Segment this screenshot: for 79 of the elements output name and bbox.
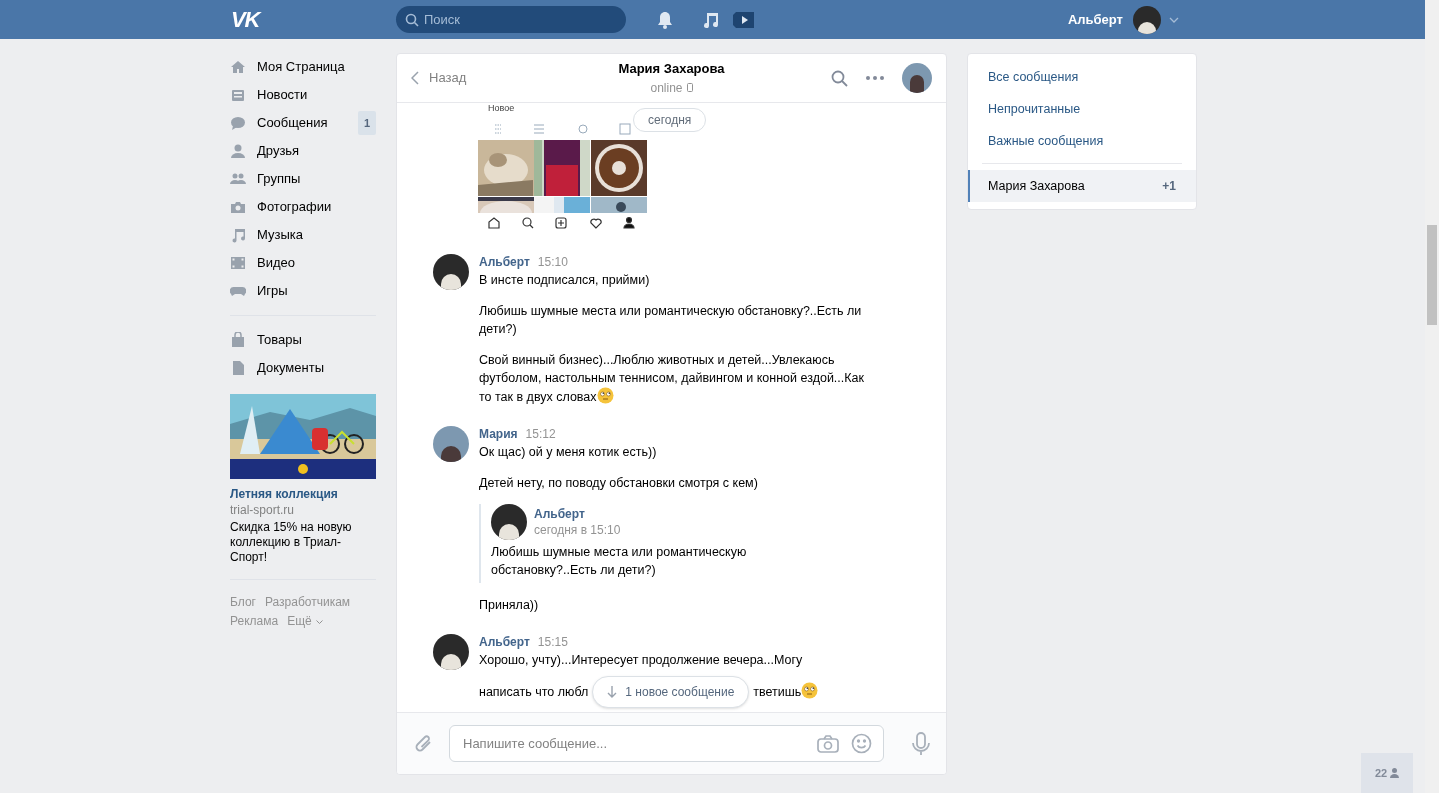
quote-author[interactable]: Альберт (534, 505, 621, 522)
camera-icon[interactable] (817, 734, 839, 753)
message-text: Любишь шумные места или романтическую обстановку?..Есть ли дети?) (479, 303, 863, 338)
bell-icon[interactable] (656, 10, 674, 29)
film-icon (230, 255, 246, 271)
nav-item[interactable]: Моя Страница (230, 53, 376, 81)
nav-item[interactable]: Документы (230, 354, 376, 382)
message-text: Хорошо, учту)...Интересует продолжение вечера...Могу (479, 652, 804, 669)
user-name[interactable]: Альберт (1067, 9, 1123, 30)
message-text: написать что любл (479, 683, 589, 701)
screenshot-caption: Новое (488, 103, 516, 113)
filter-link[interactable]: Важные сообщения (968, 125, 1196, 157)
quote-avatar[interactable] (491, 504, 527, 540)
contact-avatar[interactable] (902, 63, 932, 93)
message-time: 15:12 (525, 426, 556, 443)
message-text: Свой винный бизнес)...Люблю животных и детей...Увлекаюсь футболом, настольным теннисом, дайвингом и конной ездой...Как то так в двух словах (479, 352, 865, 406)
chevron-down-icon[interactable] (1169, 16, 1179, 23)
filter-link[interactable]: Все сообщения (968, 61, 1196, 93)
avatar[interactable] (433, 254, 469, 290)
message-time: 15:15 (537, 634, 568, 651)
avatar[interactable] (433, 634, 469, 670)
arrow-down-icon (607, 685, 618, 698)
music-icon[interactable] (702, 10, 720, 29)
phone-icon (686, 83, 693, 93)
online-status: online (650, 79, 683, 97)
message-text: В инсте подписался, прийми) (479, 272, 651, 289)
back-link[interactable]: Назад (411, 68, 531, 88)
message-text: Приняла)) (479, 597, 540, 614)
nav-item[interactable]: Фотографии (230, 193, 376, 221)
newspaper-icon (230, 87, 246, 103)
house-icon (230, 59, 246, 75)
ad-title[interactable]: Летняя коллекция (230, 486, 376, 502)
speech-bubble-icon (230, 115, 246, 131)
ad-domain: trial-sport.ru (230, 502, 295, 519)
document-icon (230, 360, 246, 376)
smile-icon[interactable] (851, 733, 872, 754)
new-messages-button[interactable]: 1 новое сообщение (592, 675, 750, 708)
chat-title: Мария Захарова (618, 60, 725, 79)
ad-text: Скидка 15% на новую коллекцию в Триал-Спорт! (230, 520, 353, 565)
avatar[interactable] (433, 426, 469, 462)
camera-icon (230, 199, 246, 215)
message-input[interactable]: Напишите сообщение... (449, 725, 884, 762)
search-field[interactable]: Поиск (396, 6, 626, 33)
unread-count-label: +1 (1162, 178, 1176, 195)
quote-text: Любишь шумные места или романтическую обстановку?..Есть ли дети?) (491, 544, 748, 579)
filter-link[interactable]: Непрочитанные (968, 93, 1196, 125)
unread-count: 1 (357, 111, 376, 135)
search-icon (405, 13, 419, 27)
more-icon[interactable] (866, 76, 884, 80)
person-icon (1390, 768, 1400, 778)
message-text: тветишь (753, 682, 819, 701)
bag-icon (230, 332, 246, 348)
microphone-icon[interactable] (912, 731, 930, 756)
nav-item[interactable]: Новости (230, 81, 376, 109)
conversation-item[interactable]: Мария Захарова +1 (968, 170, 1196, 202)
search-icon[interactable] (831, 69, 848, 87)
nav-item[interactable]: Сообщения 1 (230, 109, 376, 137)
nav-item[interactable]: Игры (230, 277, 376, 305)
person-icon (230, 143, 246, 159)
author-name[interactable]: Альберт (479, 253, 530, 271)
date-badge: сегодня (633, 108, 707, 132)
message-text: Детей нету, по поводу обстановки смотря с кем) (479, 475, 759, 492)
chevron-down-icon (315, 619, 323, 624)
music-icon (230, 227, 246, 243)
nav-item[interactable]: Группы (230, 165, 376, 193)
chevron-left-icon (411, 71, 419, 85)
message-text: Ок щас) ой у меня котик есть)) (479, 444, 658, 461)
nav-item[interactable]: Товары (230, 326, 376, 354)
play-icon[interactable] (733, 10, 755, 29)
nav-item[interactable]: Музыка (230, 221, 376, 249)
author-name[interactable]: Мария (479, 425, 518, 443)
author-name[interactable]: Альберт (479, 633, 530, 651)
user-avatar[interactable] (1133, 5, 1161, 34)
nav-item[interactable]: Друзья (230, 137, 376, 165)
people-icon (230, 171, 246, 187)
nav-item[interactable]: Видео (230, 249, 376, 277)
quote-time: сегодня в 15:10 (534, 521, 621, 539)
message-time: 15:10 (537, 254, 568, 271)
logo[interactable]: VK (231, 8, 265, 31)
